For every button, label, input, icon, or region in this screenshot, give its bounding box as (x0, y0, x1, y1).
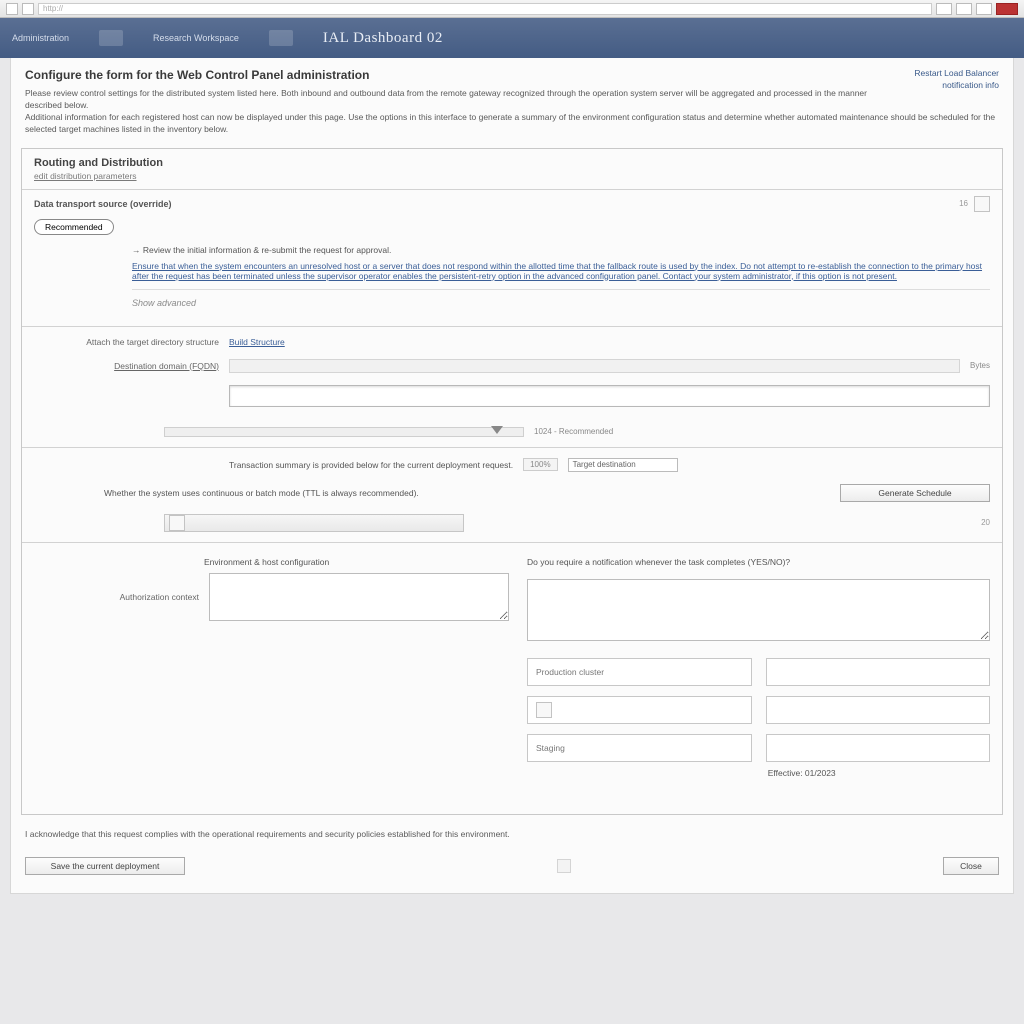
browser-fwd-icon[interactable] (22, 3, 34, 15)
nav-research-label: Research Workspace (153, 33, 239, 43)
main-input-row (22, 379, 1002, 413)
page-desc-2: Additional information for each register… (25, 112, 999, 136)
build-structure-link[interactable]: Build Structure (229, 337, 285, 347)
transport-counter: 16 (959, 199, 968, 208)
size-bar-right: 1024 - Recommended (534, 427, 613, 436)
notify-textarea[interactable] (527, 579, 990, 641)
nav-admin-label: Administration (12, 33, 69, 43)
routing-panel-subtitle[interactable]: edit distribution parameters (22, 171, 1002, 189)
bullet-1: → Review the initial information & re-su… (132, 245, 990, 255)
close-button[interactable]: Close (943, 857, 999, 875)
range-input[interactable] (164, 514, 464, 532)
divider-2 (22, 326, 1002, 327)
summary-row: Transaction summary is provided below fo… (22, 452, 1002, 478)
browser-back-icon[interactable] (6, 3, 18, 15)
recommended-button[interactable]: Recommended (34, 219, 114, 235)
transport-body: → Review the initial information & re-su… (22, 237, 1002, 322)
transport-box-icon[interactable] (974, 196, 990, 212)
transport-row: Data transport source (override) 16 (22, 189, 1002, 218)
fqdn-input-readonly (229, 359, 960, 373)
size-slider[interactable] (164, 427, 524, 437)
field-box-2[interactable] (766, 658, 991, 686)
fqdn-label: Destination domain (FQDN) (34, 361, 219, 371)
field-upload[interactable] (527, 696, 752, 724)
target-dir-row: Attach the target directory structure Bu… (22, 331, 1002, 353)
browser-menu-icon[interactable] (936, 3, 952, 15)
notify-header: Do you require a notification whenever t… (527, 553, 990, 571)
fqdn-row: Destination domain (FQDN) Bytes (22, 353, 1002, 379)
app-header: Administration Research Workspace IAL Da… (0, 18, 1024, 58)
auth-label: Authorization context (34, 592, 199, 602)
field-production[interactable]: Production cluster (527, 658, 752, 686)
range-count: 20 (981, 518, 990, 527)
page-head: Restart Load Balancer notification info … (11, 58, 1013, 142)
fqdn-unit: Bytes (970, 361, 990, 370)
ack-note: I acknowledge that this request complies… (11, 821, 1013, 847)
app-brand: IAL Dashboard 02 (323, 30, 443, 47)
page-title: Configure the form for the Web Control P… (25, 68, 999, 82)
target-dropdown-label: Target destination (573, 460, 636, 469)
content-area: Restart Load Balancer notification info … (10, 58, 1014, 894)
save-button[interactable]: Save the current deployment (25, 857, 185, 875)
main-text-input[interactable] (229, 385, 990, 407)
field-staging-label: Staging (536, 743, 565, 753)
routing-panel-title: Routing and Distribution (22, 149, 1002, 171)
target-dropdown[interactable]: Target destination (568, 458, 678, 472)
summary-line: Transaction summary is provided below fo… (229, 460, 513, 470)
field-box-4[interactable] (766, 696, 991, 724)
nav-icon-1 (99, 30, 123, 46)
env-header: Environment & host configuration (34, 553, 509, 571)
auth-textarea[interactable] (209, 573, 509, 621)
restart-link[interactable]: Restart Load Balancer (914, 68, 999, 78)
nav-research[interactable]: Research Workspace (153, 33, 239, 43)
mode-row: Whether the system uses continuous or ba… (22, 478, 1002, 508)
range-handle-icon[interactable] (169, 515, 185, 531)
divider-1 (132, 289, 990, 290)
effective-label: Effective: 01/2023 (527, 768, 990, 778)
field-production-label: Production cluster (536, 667, 604, 677)
address-bar[interactable]: http:// (38, 3, 932, 15)
divider-3 (22, 447, 1002, 448)
lower-right-col: Do you require a notification whenever t… (527, 553, 990, 778)
page-aside: Restart Load Balancer notification info (914, 68, 999, 92)
generate-schedule-button[interactable]: Generate Schedule (840, 484, 990, 502)
bullet-2: Ensure that when the system encounters a… (132, 261, 990, 281)
nav-icon-2 (269, 30, 293, 46)
upload-icon (536, 702, 552, 718)
browser-ext2-icon[interactable] (976, 3, 992, 15)
slider-handle-icon[interactable] (491, 426, 503, 434)
target-dir-label: Attach the target directory structure (34, 337, 219, 347)
field-box-6[interactable] (766, 734, 991, 762)
routing-panel: Routing and Distribution edit distributi… (21, 148, 1003, 815)
slider-row-2: 20 (22, 508, 1002, 538)
lower-columns: Environment & host configuration Authori… (22, 547, 1002, 784)
browser-ext1-icon[interactable] (956, 3, 972, 15)
footer-indicator-icon (557, 859, 571, 873)
show-advanced-link[interactable]: Show advanced (132, 298, 990, 308)
lower-left-col: Environment & host configuration Authori… (34, 553, 509, 778)
browser-chrome: http:// (0, 0, 1024, 18)
browser-alert-icon[interactable] (996, 3, 1018, 15)
field-staging[interactable]: Staging (527, 734, 752, 762)
page-desc-1: Please review control settings for the d… (25, 88, 999, 112)
progress-badge: 100% (523, 458, 557, 471)
footer-bar: Save the current deployment Close (11, 847, 1013, 893)
notification-link[interactable]: notification info (914, 80, 999, 90)
divider-4 (22, 542, 1002, 543)
size-bar-row: 1024 - Recommended (22, 413, 1002, 443)
mode-line: Whether the system uses continuous or ba… (104, 488, 419, 498)
transport-label: Data transport source (override) (34, 199, 172, 209)
nav-admin[interactable]: Administration (12, 33, 69, 43)
